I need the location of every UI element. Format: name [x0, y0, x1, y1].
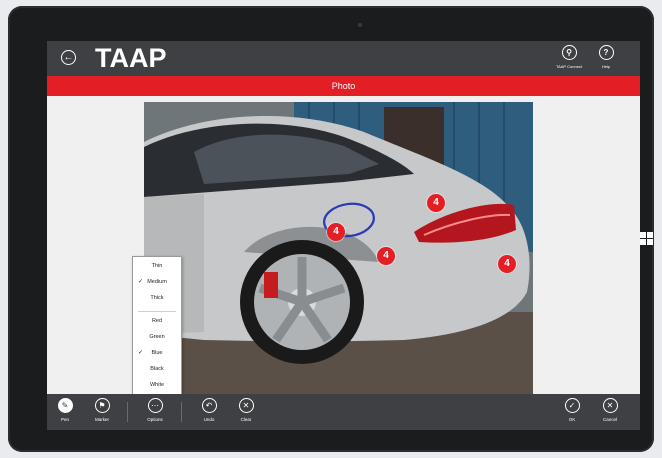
taap-connect-label: TAAP Connect	[555, 64, 583, 69]
more-options-icon: ⋯	[147, 398, 163, 413]
car-photo-canvas[interactable]: 4 4 4 4	[144, 102, 533, 394]
menu-item-blue[interactable]: ✓ Blue	[133, 346, 181, 360]
options-button[interactable]: ⋯ Options	[137, 398, 173, 422]
menu-item-label: Black	[150, 366, 164, 372]
help-label: Help	[601, 64, 611, 69]
app-screen: ← TAAP ⚲ TAAP Connect ? Help Photo 4 4 4…	[47, 41, 640, 430]
damage-marker[interactable]: 4	[377, 247, 395, 265]
undo-icon: ↶	[201, 398, 217, 413]
clear-button[interactable]: ✕ Clear	[228, 398, 264, 422]
pen-icon: ✎	[57, 398, 73, 413]
taap-connect-button[interactable]: ⚲ TAAP Connect	[549, 45, 589, 69]
menu-item-thin[interactable]: Thin	[133, 259, 181, 273]
app-logo: TAAP	[95, 43, 167, 73]
menu-item-label: Red	[151, 318, 163, 324]
menu-item-label: Blue	[151, 350, 163, 356]
menu-item-medium[interactable]: ✓ Medium	[133, 275, 181, 289]
menu-item-label: Thick	[150, 295, 164, 301]
undo-button[interactable]: ↶ Undo	[191, 398, 227, 422]
damage-marker[interactable]: 4	[427, 194, 445, 212]
pen-options-menu: Thin ✓ Medium Thick Red Green ✓ Blue Bla…	[132, 256, 182, 396]
cancel-label: Cancel	[602, 417, 617, 422]
flag-icon: ⚑	[94, 398, 110, 413]
menu-item-white[interactable]: White	[133, 378, 181, 392]
undo-label: Undo	[203, 417, 215, 422]
menu-item-red[interactable]: Red	[133, 314, 181, 328]
marker-label: Marker	[94, 417, 109, 422]
menu-divider	[138, 311, 176, 312]
damage-marker[interactable]: 4	[327, 223, 345, 241]
menu-item-green[interactable]: Green	[133, 330, 181, 344]
menu-item-label: White	[149, 382, 165, 388]
page-title: Photo	[47, 76, 640, 96]
cancel-button[interactable]: ✕ Cancel	[592, 398, 628, 422]
windows-logo-icon[interactable]	[640, 232, 654, 246]
damage-marker[interactable]: 4	[498, 255, 516, 273]
car-photo-illustration	[144, 102, 533, 394]
checkmark-icon: ✓	[564, 398, 580, 413]
menu-item-label: Thin	[151, 263, 163, 269]
bottom-app-bar: ✎ Pen ⚑ Marker ⋯ Options ↶ Undo ✕ Clear …	[47, 394, 640, 430]
check-icon: ✓	[138, 350, 144, 356]
close-icon: ✕	[602, 398, 618, 413]
eraser-icon: ✕	[238, 398, 254, 413]
options-label: Options	[147, 417, 163, 422]
help-icon: ?	[598, 45, 614, 60]
menu-item-label: Medium	[147, 279, 167, 285]
menu-item-label: Green	[149, 334, 165, 340]
ok-button[interactable]: ✓ OK	[554, 398, 590, 422]
menu-item-black[interactable]: Black	[133, 362, 181, 376]
pen-button[interactable]: ✎ Pen	[47, 398, 83, 422]
app-header: ← TAAP ⚲ TAAP Connect ? Help	[47, 41, 640, 76]
back-arrow-icon[interactable]: ←	[61, 50, 76, 65]
toolbar-divider	[127, 402, 128, 422]
ok-label: OK	[568, 417, 576, 422]
check-icon: ✓	[138, 279, 144, 285]
help-button[interactable]: ? Help	[586, 45, 626, 69]
clear-label: Clear	[240, 417, 252, 422]
camera-dot	[358, 23, 362, 27]
connect-icon: ⚲	[561, 45, 577, 60]
menu-item-thick[interactable]: Thick	[133, 291, 181, 305]
marker-button[interactable]: ⚑ Marker	[84, 398, 120, 422]
toolbar-divider	[181, 402, 182, 422]
pen-label: Pen	[60, 417, 69, 422]
